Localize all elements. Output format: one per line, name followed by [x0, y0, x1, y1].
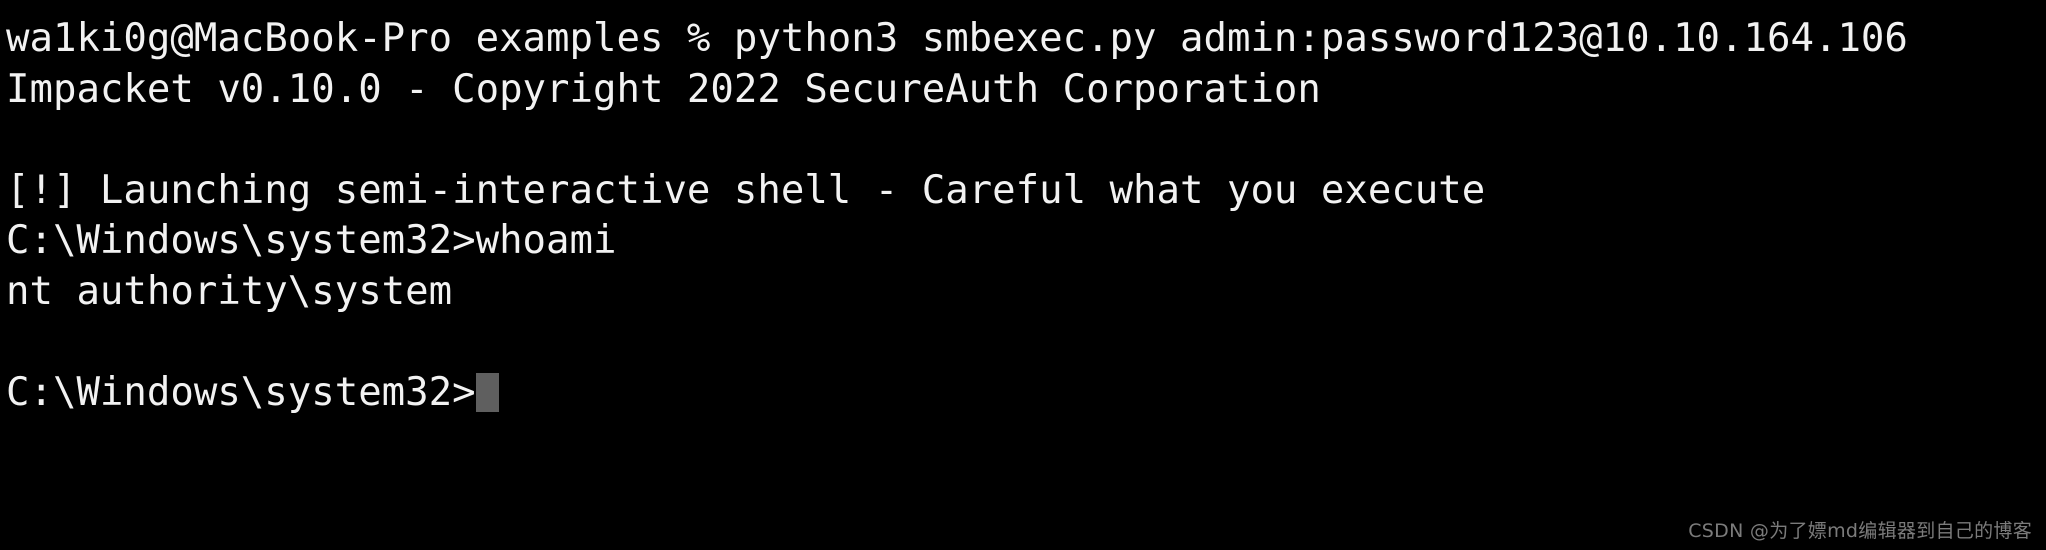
text-cursor: [475, 372, 499, 412]
terminal-window[interactable]: wa1ki0g@MacBook-Pro examples % python3 s…: [0, 0, 2046, 550]
terminal-line: Impacket v0.10.0 - Copyright 2022 Secure…: [6, 66, 1321, 112]
terminal-line: C:\Windows\system32>whoami: [6, 218, 617, 263]
prompt-text: C:\Windows\system32>: [6, 369, 476, 415]
terminal-line: wa1ki0g@MacBook-Pro examples % python3 s…: [6, 16, 1908, 61]
terminal-line: [!] Launching semi-interactive shell - C…: [6, 167, 1486, 213]
terminal-line: nt authority\system: [6, 268, 453, 314]
csdn-watermark: CSDN @为了嫖md编辑器到自己的博客: [1688, 520, 2032, 542]
terminal-active-prompt-line[interactable]: C:\Windows\system32>: [6, 368, 2046, 419]
terminal-output: wa1ki0g@MacBook-Pro examples % python3 s…: [6, 14, 2046, 418]
